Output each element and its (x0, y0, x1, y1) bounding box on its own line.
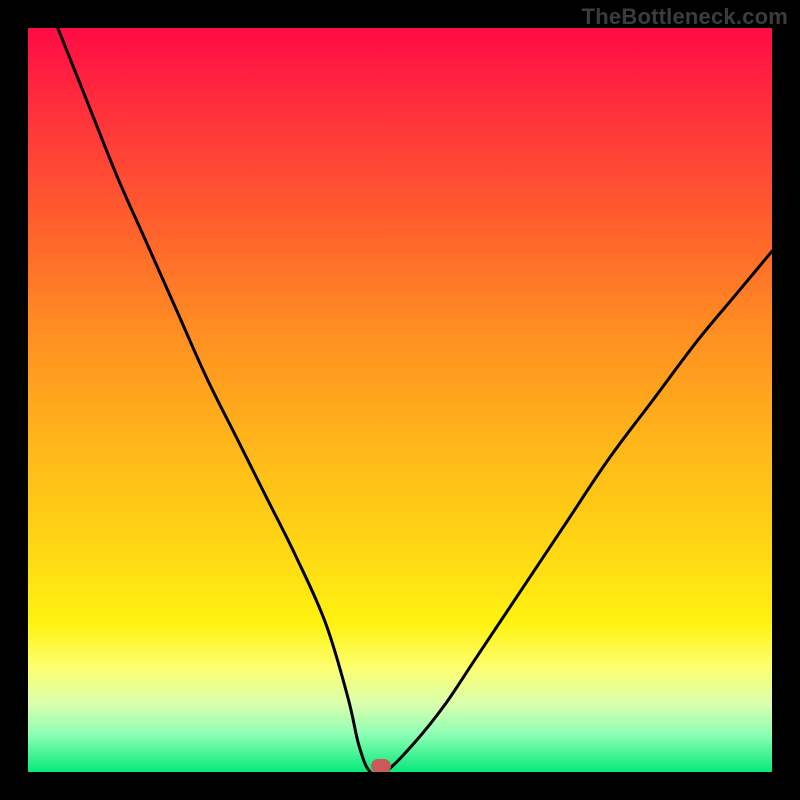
watermark-text: TheBottleneck.com (582, 4, 788, 30)
optimal-point-marker (371, 759, 391, 772)
bottleneck-curve (28, 28, 772, 772)
plot-area (28, 28, 772, 772)
chart-frame: TheBottleneck.com (0, 0, 800, 800)
